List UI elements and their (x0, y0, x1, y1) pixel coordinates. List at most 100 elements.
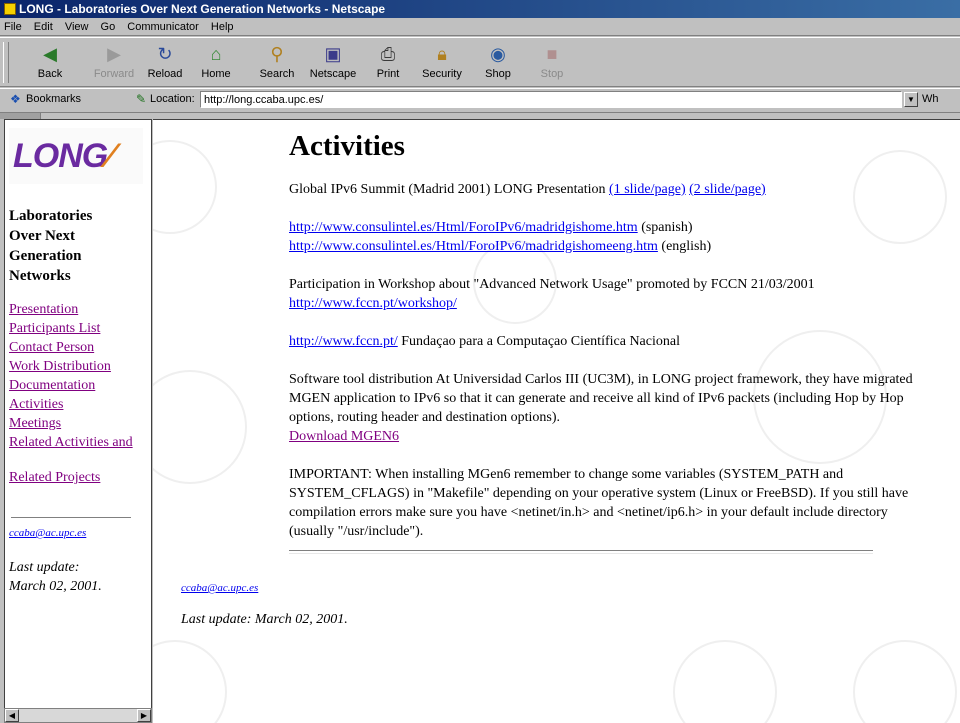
shop-label: Shop (485, 68, 511, 80)
menu-communicator[interactable]: Communicator (127, 21, 199, 33)
bookmarks-button[interactable]: Bookmarks (26, 93, 81, 105)
fccn-link[interactable]: http://www.fccn.pt/ (289, 334, 398, 349)
consulintel-spanish-link[interactable]: http://www.consulintel.es/Html/ForoIPv6/… (289, 220, 638, 235)
window-title: LONG - Laboratories Over Next Generation… (19, 2, 386, 16)
footer-last-update: Last update: March 02, 2001. (181, 612, 348, 627)
back-arrow-icon: ◀ (43, 44, 57, 64)
netscape-app-icon (4, 3, 16, 15)
last-update-label: Last update: (9, 560, 80, 575)
stop-button[interactable]: ■ Stop (526, 41, 578, 85)
logo-text: LONG (13, 137, 108, 175)
home-button[interactable]: ⌂ Home (190, 41, 242, 85)
location-icon[interactable]: ✎ (136, 92, 146, 106)
scroll-right-arrow-icon[interactable]: ▶ (137, 709, 151, 722)
whats-related-button[interactable]: Wh (922, 93, 939, 105)
slide-1-per-page-link[interactable]: (1 slide/page) (609, 182, 686, 197)
nav-link-contact-person[interactable]: Contact Person (9, 338, 151, 357)
search-button[interactable]: ⚲ Search (251, 41, 303, 85)
security-button[interactable]: 🔒︎ Security (416, 41, 468, 85)
nav-link-documentation[interactable]: Documentation (9, 376, 151, 395)
download-mgen6-link[interactable]: Download MGEN6 (289, 429, 399, 444)
forward-arrow-icon: ▶ (107, 44, 121, 64)
project-title-line: Networks (9, 268, 71, 284)
nav-link-work-distribution[interactable]: Work Distribution (9, 357, 151, 376)
left-frame-hscrollbar[interactable]: ◀ ▶ (4, 708, 152, 723)
nav-link-related-projects[interactable]: Related Projects (9, 470, 100, 486)
url-dropdown-button[interactable]: ▼ (904, 92, 918, 107)
netscape-button[interactable]: ▣ Netscape (307, 41, 359, 85)
project-title-line: Laboratories (9, 208, 93, 224)
background-pattern (153, 370, 247, 484)
back-label: Back (37, 68, 63, 80)
nav-link-participants-list[interactable]: Participants List (9, 319, 151, 338)
fccn-text: Fundaçao para a Computaçao Científica Na… (401, 334, 680, 349)
home-label: Home (201, 68, 231, 80)
shop-icon: ◉ (490, 44, 506, 64)
summit-text: Global IPv6 Summit (Madrid 2001) LONG Pr… (289, 182, 606, 197)
background-pattern (153, 640, 227, 723)
workshop-text: Participation in Workshop about "Advance… (289, 277, 815, 292)
back-button[interactable]: ◀ Back (24, 41, 76, 85)
forward-label: Forward (93, 68, 135, 80)
sidebar-nav: Presentation Participants List Contact P… (9, 300, 151, 452)
toolbar-grip[interactable] (3, 42, 9, 83)
netscape-label: Netscape (309, 68, 357, 80)
project-title-line: Over Next (9, 228, 75, 244)
menu-file[interactable]: File (4, 21, 22, 33)
window-title-bar: LONG - Laboratories Over Next Generation… (0, 0, 960, 18)
main-content-frame: Activities Global IPv6 Summit (Madrid 20… (153, 119, 960, 723)
print-button[interactable]: ⎙ Print (362, 41, 414, 85)
navigation-toolbar: ◀ Back ▶ Forward ↻ Reload ⌂ Home ⚲ Searc… (0, 37, 960, 87)
netscape-icon: ▣ (324, 44, 342, 64)
important-paragraph: IMPORTANT: When installing MGen6 remembe… (289, 465, 929, 541)
left-nav-frame: LONG⁄ Laboratories Over Next Generation … (4, 119, 152, 723)
scroll-left-arrow-icon[interactable]: ◀ (5, 709, 19, 722)
menu-bar: File Edit View Go Communicator Help (0, 18, 960, 36)
sidebar-email-link[interactable]: ccaba@ac.upc.es (9, 527, 86, 539)
shop-button[interactable]: ◉ Shop (472, 41, 524, 85)
reload-label: Reload (147, 68, 183, 80)
english-label: (english) (661, 239, 712, 254)
workshop-paragraph: Participation in Workshop about "Advance… (289, 275, 929, 313)
activities-content: Global IPv6 Summit (Madrid 2001) LONG Pr… (289, 180, 929, 560)
home-icon: ⌂ (210, 44, 222, 64)
menu-edit[interactable]: Edit (34, 21, 53, 33)
sidebar-divider (11, 517, 131, 519)
menu-help[interactable]: Help (211, 21, 234, 33)
software-text: Software tool distribution At Universida… (289, 372, 913, 425)
background-pattern (853, 640, 957, 723)
logo-swoosh: ⁄ (107, 137, 113, 175)
lock-icon: 🔒︎ (437, 44, 447, 64)
nav-link-presentation[interactable]: Presentation (9, 300, 151, 319)
slide-2-per-page-link[interactable]: (2 slide/page) (689, 182, 766, 197)
location-label: Location: (150, 93, 195, 105)
location-bar: ❖ Bookmarks ✎ Location: ▼ Wh (0, 88, 960, 113)
content-divider (289, 550, 873, 554)
stop-icon: ■ (546, 44, 558, 64)
fccn-workshop-link[interactable]: http://www.fccn.pt/workshop/ (289, 296, 457, 311)
page-title: Activities (289, 130, 405, 162)
background-pattern (673, 640, 777, 723)
url-input[interactable] (200, 91, 902, 108)
security-label: Security (422, 68, 462, 80)
consulintel-english-link[interactable]: http://www.consulintel.es/Html/ForoIPv6/… (289, 239, 658, 254)
spanish-label: (spanish) (641, 220, 693, 235)
background-pattern (153, 140, 217, 234)
project-title-line: Generation (9, 248, 82, 264)
reload-icon: ↻ (157, 44, 173, 64)
menu-view[interactable]: View (65, 21, 89, 33)
fccn-paragraph: http://www.fccn.pt/ Fundaçao para a Comp… (289, 332, 929, 351)
footer-email-link[interactable]: ccaba@ac.upc.es (181, 582, 258, 594)
nav-link-meetings[interactable]: Meetings (9, 414, 151, 433)
last-update-date: March 02, 2001. (9, 579, 102, 594)
menu-go[interactable]: Go (101, 21, 116, 33)
software-paragraph: Software tool distribution At Universida… (289, 370, 929, 446)
sidebar-last-update: Last update: March 02, 2001. (9, 558, 102, 596)
print-icon: ⎙ (380, 44, 396, 64)
forward-button[interactable]: ▶ Forward (88, 41, 140, 85)
reload-button[interactable]: ↻ Reload (139, 41, 191, 85)
nav-link-activities[interactable]: Activities (9, 395, 151, 414)
nav-link-related-activities[interactable]: Related Activities and (9, 433, 151, 452)
consulintel-paragraph: http://www.consulintel.es/Html/ForoIPv6/… (289, 218, 929, 256)
bookmarks-icon: ❖ (10, 92, 21, 106)
